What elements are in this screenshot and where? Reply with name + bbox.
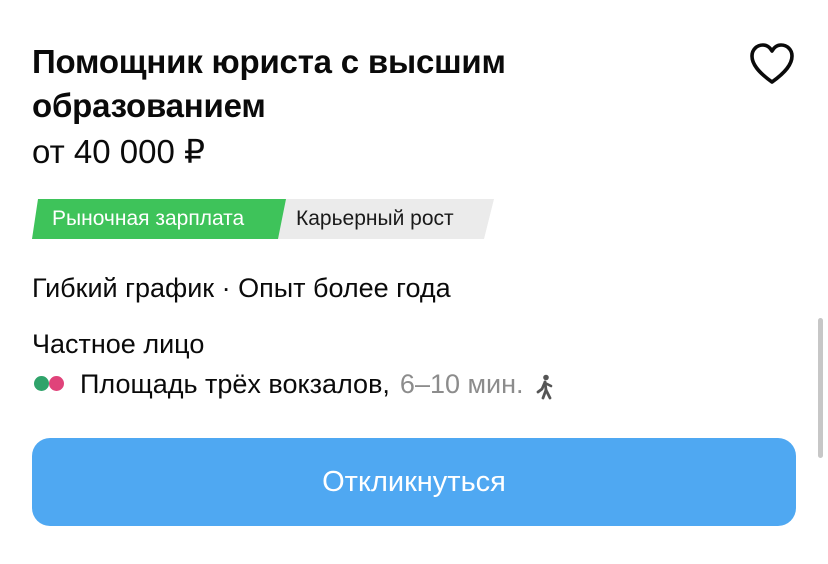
metro-line-dot-green bbox=[34, 376, 49, 391]
vacancy-title[interactable]: Помощник юриста с высшим образованием bbox=[32, 40, 672, 128]
walking-person-icon bbox=[534, 371, 556, 400]
heart-outline-icon bbox=[750, 43, 794, 84]
scrollbar[interactable] bbox=[818, 318, 823, 458]
metro-line-dots bbox=[34, 376, 68, 392]
metro-line-dot-pink bbox=[49, 376, 64, 391]
favorite-button[interactable] bbox=[748, 42, 796, 86]
metro-station: Площадь трёх вокзалов, bbox=[80, 369, 390, 399]
tag-career-growth: Карьерный рост bbox=[272, 199, 494, 239]
vacancy-card[interactable]: Помощник юриста с высшим образованием от… bbox=[0, 0, 828, 564]
walk-time: 6–10 мин. bbox=[399, 369, 524, 399]
tag-market-salary: Рыночная зарплата bbox=[32, 199, 286, 239]
metro-row: Площадь трёх вокзалов, 6–10 мин. bbox=[34, 364, 556, 404]
employer-name: Частное лицо bbox=[32, 329, 205, 359]
salary: от 40 000 ₽ bbox=[32, 133, 206, 170]
apply-button[interactable]: Откликнуться bbox=[32, 438, 796, 526]
schedule-experience: Гибкий график · Опыт более года bbox=[32, 273, 451, 303]
